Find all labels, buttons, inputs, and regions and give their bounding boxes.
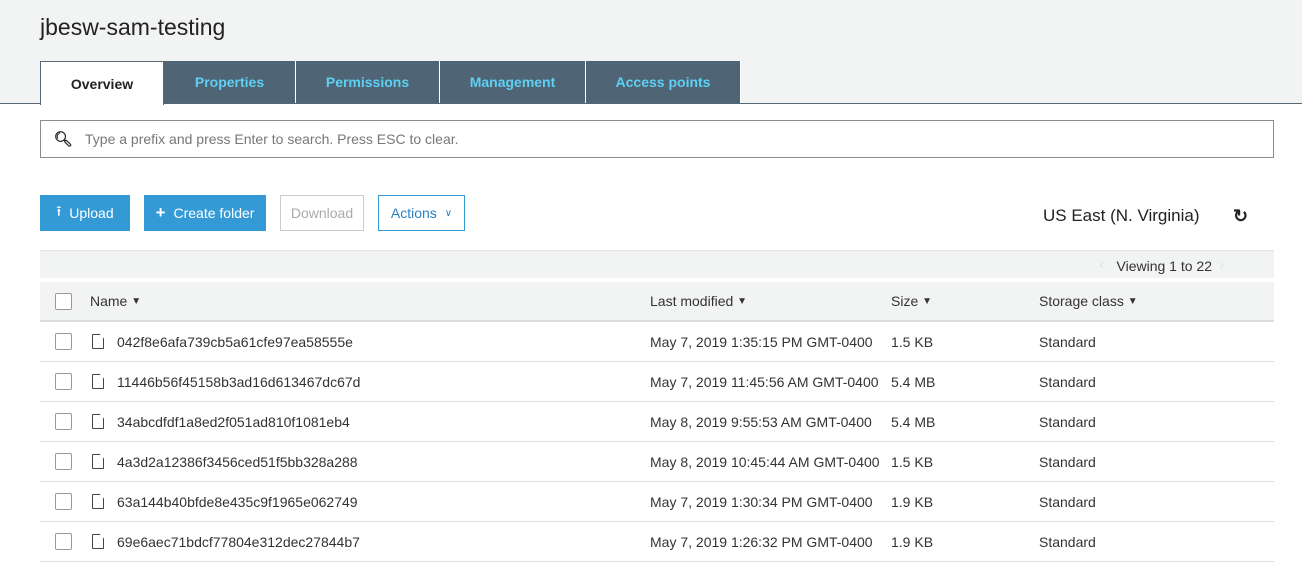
tab-overview[interactable]: Overview <box>40 61 164 105</box>
sort-caret-icon: ▼ <box>922 295 933 307</box>
file-icon <box>92 494 104 509</box>
column-size[interactable]: Size ▼ <box>891 282 932 320</box>
table-row: 63a144b40bfde8e435c9f1965e062749 May 7, … <box>40 482 1274 522</box>
file-icon <box>92 374 104 389</box>
create-folder-button[interactable]: + Create folder <box>144 195 266 231</box>
file-icon <box>92 414 104 429</box>
file-size: 5.4 MB <box>891 413 936 430</box>
table-row: 042f8e6afa739cb5a61cfe97ea58555e May 7, … <box>40 322 1274 362</box>
file-size: 1.9 KB <box>891 493 934 510</box>
upload-button[interactable]: ⭱ Upload <box>40 195 130 231</box>
file-name-link[interactable]: 34abcdfdf1a8ed2f051ad810f1081eb4 <box>117 402 350 441</box>
upload-label: Upload <box>69 205 114 221</box>
last-modified: May 8, 2019 10:45:44 AM GMT-0400 <box>650 453 880 470</box>
refresh-icon[interactable]: ↻ <box>1233 206 1248 227</box>
create-folder-label: Create folder <box>173 205 255 221</box>
column-storage-class[interactable]: Storage class ▼ <box>1039 282 1138 320</box>
row-checkbox[interactable] <box>55 413 72 430</box>
storage-class: Standard <box>1039 533 1096 550</box>
file-size: 5.4 MB <box>891 373 936 390</box>
table-row: 4a3d2a12386f3456ced51f5bb328a288 May 8, … <box>40 442 1274 482</box>
download-button[interactable]: Download <box>280 195 364 231</box>
file-size: 1.9 KB <box>891 533 934 550</box>
chevron-down-icon: ∨ <box>444 207 453 219</box>
file-size: 1.5 KB <box>891 333 934 350</box>
file-name-link[interactable]: 042f8e6afa739cb5a61cfe97ea58555e <box>117 322 353 361</box>
prev-page-icon[interactable]: ‹ <box>1099 256 1104 272</box>
last-modified: May 7, 2019 11:45:56 AM GMT-0400 <box>650 373 879 390</box>
row-checkbox[interactable] <box>55 373 72 390</box>
file-name-link[interactable]: 4a3d2a12386f3456ced51f5bb328a288 <box>117 442 358 481</box>
column-size-label: Size <box>891 293 919 309</box>
sort-caret-icon: ▼ <box>737 295 748 307</box>
column-name[interactable]: Name ▼ <box>90 282 141 320</box>
bucket-header: jbesw-sam-testing Overview Properties Pe… <box>0 0 1302 105</box>
upload-icon: ⭱ <box>56 203 62 219</box>
table-row: 69e6aec71bdcf77804e312dec27844b7 May 7, … <box>40 522 1274 562</box>
column-storage-label: Storage class <box>1039 293 1124 309</box>
file-size: 1.5 KB <box>891 453 934 470</box>
sort-caret-icon: ▼ <box>1127 295 1138 307</box>
actions-label: Actions <box>390 205 437 221</box>
row-checkbox[interactable] <box>55 533 72 550</box>
pagination-bar: ‹ Viewing 1 to 22 › <box>40 250 1274 278</box>
tab-management[interactable]: Management <box>440 61 586 103</box>
tab-bar: Overview Properties Permissions Manageme… <box>40 61 741 105</box>
column-modified-label: Last modified <box>650 293 734 309</box>
row-checkbox[interactable] <box>55 453 72 470</box>
file-icon <box>92 454 104 469</box>
row-checkbox[interactable] <box>55 333 72 350</box>
select-all-checkbox[interactable] <box>55 292 72 310</box>
plus-icon: + <box>155 203 166 222</box>
file-name-link[interactable]: 63a144b40bfde8e435c9f1965e062749 <box>117 482 358 521</box>
viewing-count: Viewing 1 to 22 <box>1116 258 1212 274</box>
storage-class: Standard <box>1039 333 1096 350</box>
file-icon <box>92 534 104 549</box>
storage-class: Standard <box>1039 373 1096 390</box>
file-icon <box>92 334 104 349</box>
search-input[interactable] <box>85 131 1273 147</box>
file-name-link[interactable]: 69e6aec71bdcf77804e312dec27844b7 <box>117 522 360 561</box>
tab-permissions[interactable]: Permissions <box>296 61 440 103</box>
page-title: jbesw-sam-testing <box>40 14 226 40</box>
column-name-label: Name <box>90 293 128 309</box>
last-modified: May 8, 2019 9:55:53 AM GMT-0400 <box>650 413 872 430</box>
row-checkbox[interactable] <box>55 493 72 510</box>
sort-caret-icon: ▼ <box>131 295 142 307</box>
file-name-link[interactable]: 11446b56f45158b3ad16d613467dc67d <box>117 362 360 401</box>
search-icon: 🔍︎ <box>53 131 73 148</box>
last-modified: May 7, 2019 1:35:15 PM GMT-0400 <box>650 333 873 350</box>
search-bar: 🔍︎ <box>40 120 1274 158</box>
table-row: 34abcdfdf1a8ed2f051ad810f1081eb4 May 8, … <box>40 402 1274 442</box>
storage-class: Standard <box>1039 493 1096 510</box>
last-modified: May 7, 2019 1:26:32 PM GMT-0400 <box>650 533 873 550</box>
storage-class: Standard <box>1039 453 1096 470</box>
table-row: 11446b56f45158b3ad16d613467dc67d May 7, … <box>40 362 1274 402</box>
storage-class: Standard <box>1039 413 1096 430</box>
next-page-icon[interactable]: › <box>1219 256 1224 272</box>
region-label: US East (N. Virginia) <box>1043 206 1200 225</box>
table-header: Name ▼ Last modified ▼ Size ▼ Storage cl… <box>40 282 1274 322</box>
tab-properties[interactable]: Properties <box>164 61 296 103</box>
column-last-modified[interactable]: Last modified ▼ <box>650 282 747 320</box>
last-modified: May 7, 2019 1:30:34 PM GMT-0400 <box>650 493 873 510</box>
tab-access-points[interactable]: Access points <box>586 61 741 103</box>
actions-dropdown[interactable]: Actions ∨ <box>378 195 465 231</box>
